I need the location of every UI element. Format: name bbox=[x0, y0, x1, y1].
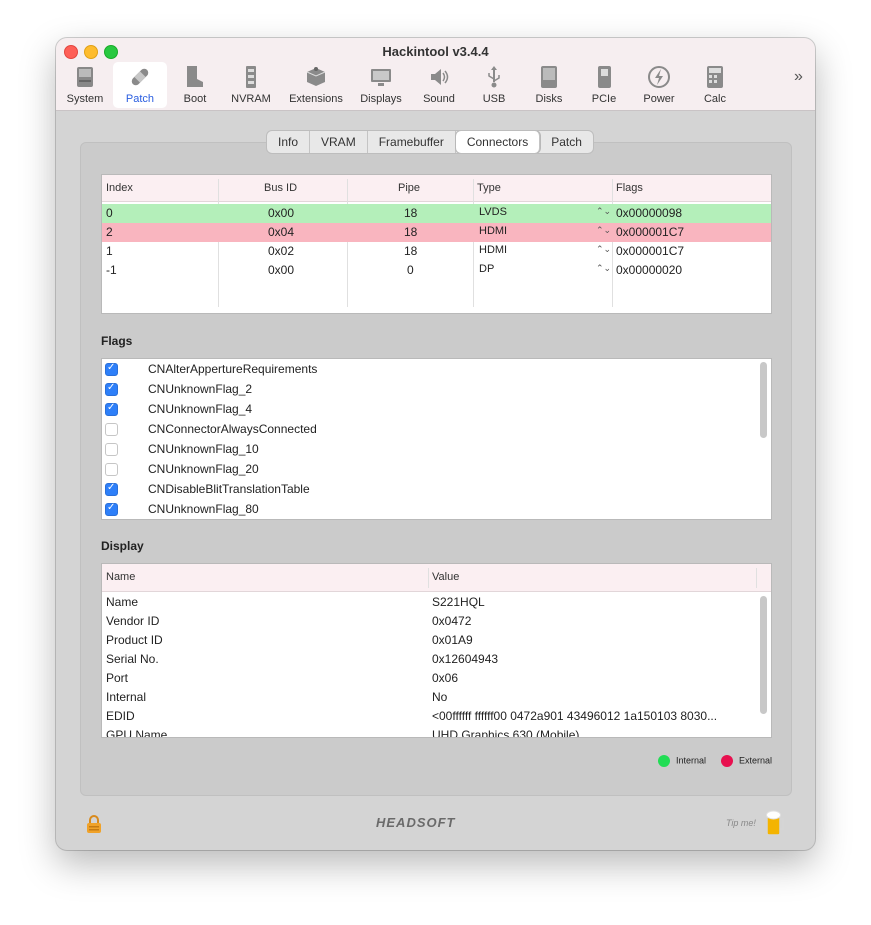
toolbar-nvram[interactable]: NVRAM bbox=[226, 62, 276, 108]
pcie-card-icon bbox=[598, 66, 611, 88]
toolbar-pcie[interactable]: PCIe bbox=[584, 62, 624, 108]
toolbar-system[interactable]: System bbox=[62, 62, 108, 108]
toolbar-boot[interactable]: Boot bbox=[174, 62, 216, 108]
headsoft-logo: HEADSOFT bbox=[376, 815, 456, 830]
flag-checkbox[interactable] bbox=[105, 402, 118, 416]
usb-icon bbox=[488, 66, 500, 88]
header-name[interactable]: Name bbox=[106, 571, 135, 583]
flag-checkbox[interactable] bbox=[105, 362, 118, 376]
updown-chevron-icon[interactable]: ⌃⌄ bbox=[596, 225, 611, 236]
connector-row-external[interactable]: 2 0x04 18 HDMI ⌃⌄ 0x000001C7 bbox=[102, 223, 771, 242]
connectors-header: Index Bus ID Pipe Type Flags bbox=[102, 175, 771, 202]
display-section-title: Display bbox=[101, 539, 144, 553]
flag-item[interactable]: CNUnknownFlag_80 bbox=[102, 499, 752, 519]
flag-checkbox[interactable] bbox=[105, 482, 118, 496]
tab-info[interactable]: Info bbox=[267, 131, 311, 153]
flag-checkbox[interactable] bbox=[105, 463, 118, 476]
display-row[interactable]: Name S221HQL bbox=[102, 593, 771, 612]
flag-checkbox[interactable] bbox=[105, 382, 118, 396]
display-row[interactable]: EDID <00ffffff ffffff00 0472a901 4349601… bbox=[102, 707, 771, 726]
display-row[interactable]: Product ID 0x01A9 bbox=[102, 631, 771, 650]
flag-checkbox[interactable] bbox=[105, 502, 118, 516]
toolbar-power[interactable]: Power bbox=[637, 62, 681, 108]
flag-checkbox[interactable] bbox=[105, 423, 118, 436]
toolbar-overflow-chevron-icon[interactable]: » bbox=[794, 68, 803, 86]
flag-item[interactable]: CNConnectorAlwaysConnected bbox=[102, 419, 752, 439]
tip-me-label[interactable]: Tip me! bbox=[726, 818, 756, 828]
flag-item[interactable]: CNUnknownFlag_10 bbox=[102, 439, 752, 459]
header-value[interactable]: Value bbox=[432, 571, 459, 583]
nvram-chip-icon bbox=[246, 66, 256, 88]
extensions-box-icon bbox=[306, 67, 326, 86]
header-type[interactable]: Type bbox=[477, 182, 501, 194]
type-select[interactable]: LVDS bbox=[479, 206, 507, 218]
tab-connectors[interactable]: Connectors bbox=[455, 131, 541, 153]
title-bar: Hackintool v3.4.4 System Patch Boot NVRA… bbox=[56, 38, 815, 111]
tab-vram[interactable]: VRAM bbox=[310, 131, 368, 153]
display-row[interactable]: Internal No bbox=[102, 688, 771, 707]
display-row[interactable]: Port 0x06 bbox=[102, 669, 771, 688]
tab-patch[interactable]: Patch bbox=[540, 131, 593, 153]
header-bus-id[interactable]: Bus ID bbox=[264, 182, 297, 194]
display-monitor-icon bbox=[371, 69, 391, 86]
column-divider bbox=[756, 568, 757, 588]
window-title: Hackintool v3.4.4 bbox=[382, 44, 489, 59]
flags-scrollbar[interactable] bbox=[760, 362, 767, 438]
toolbar-patch[interactable]: Patch bbox=[113, 62, 167, 108]
flags-list[interactable]: CNAlterAppertureRequirements CNUnknownFl… bbox=[101, 358, 772, 520]
toolbar-extensions[interactable]: Extensions bbox=[284, 62, 348, 108]
external-dot-icon bbox=[721, 755, 733, 767]
display-row[interactable]: GPU Name UHD Graphics 630 (Mobile) bbox=[102, 726, 771, 737]
calculator-icon bbox=[707, 66, 723, 88]
display-header: Name Value bbox=[102, 564, 771, 592]
updown-chevron-icon[interactable]: ⌃⌄ bbox=[596, 206, 611, 217]
header-flags[interactable]: Flags bbox=[616, 182, 643, 194]
updown-chevron-icon[interactable]: ⌃⌄ bbox=[596, 263, 611, 274]
display-row[interactable]: Serial No. 0x12604943 bbox=[102, 650, 771, 669]
toolbar-displays[interactable]: Displays bbox=[355, 62, 407, 108]
flag-item[interactable]: CNDisableBlitTranslationTable bbox=[102, 479, 752, 499]
flag-item[interactable]: CNAlterAppertureRequirements bbox=[102, 359, 752, 379]
updown-chevron-icon[interactable]: ⌃⌄ bbox=[596, 244, 611, 255]
flag-item[interactable]: CNUnknownFlag_20 bbox=[102, 459, 752, 479]
connector-row[interactable]: 1 0x02 18 HDMI ⌃⌄ 0x000001C7 bbox=[102, 242, 771, 261]
column-divider bbox=[428, 568, 429, 588]
speaker-icon bbox=[431, 69, 449, 85]
type-select[interactable]: HDMI bbox=[479, 225, 507, 237]
flag-checkbox[interactable] bbox=[105, 443, 118, 456]
tab-bar: Info VRAM Framebuffer Connectors Patch bbox=[266, 130, 594, 154]
bandage-icon bbox=[131, 68, 149, 86]
system-icon bbox=[77, 67, 93, 87]
disk-icon bbox=[541, 66, 557, 88]
connector-row[interactable]: -1 0x00 0 DP ⌃⌄ 0x00000020 bbox=[102, 261, 771, 280]
power-bolt-icon bbox=[648, 66, 670, 88]
connector-row-internal[interactable]: 0 0x00 18 LVDS ⌃⌄ 0x00000098 bbox=[102, 204, 771, 223]
boot-icon bbox=[187, 66, 203, 87]
header-pipe[interactable]: Pipe bbox=[398, 182, 420, 194]
legend-external: External bbox=[721, 755, 772, 767]
app-window: Hackintool v3.4.4 System Patch Boot NVRA… bbox=[56, 38, 815, 850]
type-select[interactable]: DP bbox=[479, 263, 494, 275]
toolbar-disks[interactable]: Disks bbox=[528, 62, 570, 108]
beer-mug-icon[interactable] bbox=[764, 809, 786, 837]
internal-dot-icon bbox=[658, 755, 670, 767]
flags-section-title: Flags bbox=[101, 334, 133, 348]
flag-item[interactable]: CNUnknownFlag_4 bbox=[102, 399, 752, 419]
type-select[interactable]: HDMI bbox=[479, 244, 507, 256]
toolbar-sound[interactable]: Sound bbox=[417, 62, 461, 108]
display-row[interactable]: Vendor ID 0x0472 bbox=[102, 612, 771, 631]
header-index[interactable]: Index bbox=[106, 182, 133, 194]
toolbar-calc[interactable]: Calc bbox=[696, 62, 734, 108]
legend-internal: Internal bbox=[658, 755, 706, 767]
connectors-table[interactable]: Index Bus ID Pipe Type Flags 0 0x00 18 L… bbox=[101, 174, 772, 314]
tab-framebuffer[interactable]: Framebuffer bbox=[368, 131, 456, 153]
toolbar-usb[interactable]: USB bbox=[474, 62, 514, 108]
display-scrollbar[interactable] bbox=[760, 596, 767, 714]
display-table[interactable]: Name Value Name S221HQL Vendor ID 0x0472… bbox=[101, 563, 772, 738]
flag-item[interactable]: CNUnknownFlag_2 bbox=[102, 379, 752, 399]
lock-icon[interactable] bbox=[86, 814, 102, 834]
